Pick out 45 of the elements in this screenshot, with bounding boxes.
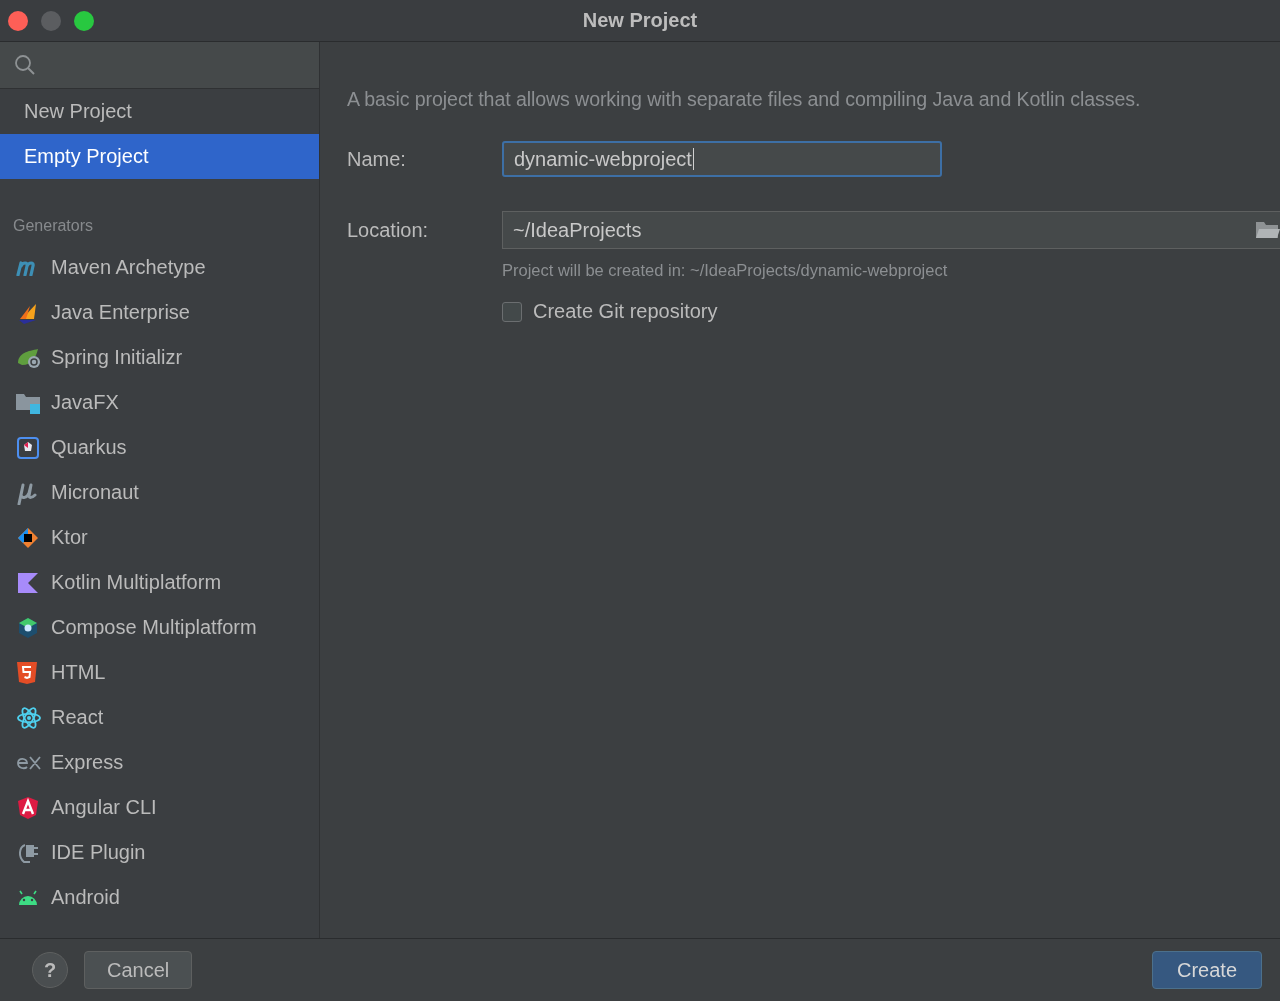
checkbox-label: Create Git repository xyxy=(533,300,718,323)
cancel-button[interactable]: Cancel xyxy=(84,951,193,989)
atom-icon xyxy=(16,705,42,730)
star-square-icon xyxy=(16,435,40,460)
generator-item[interactable]: Quarkus xyxy=(0,425,319,470)
generator-item[interactable]: Android xyxy=(0,875,319,920)
k-shape-icon xyxy=(16,570,40,595)
zoom-window-button[interactable] xyxy=(74,10,94,31)
html5-shield-icon xyxy=(16,660,38,685)
project-type-item[interactable]: Empty Project xyxy=(0,134,319,179)
section-heading: Generators xyxy=(12,216,95,236)
shield-a-icon xyxy=(16,795,40,820)
generator-item[interactable]: Express xyxy=(0,740,319,785)
generator-item[interactable]: Spring Initializr xyxy=(0,335,319,380)
generator-item[interactable]: Micronaut xyxy=(0,470,319,515)
help-button[interactable]: ? xyxy=(32,952,68,988)
folder-icon[interactable] xyxy=(1256,221,1280,239)
location-hint: Project will be created in: ~/IdeaProjects/dynamic-webproject xyxy=(502,261,949,280)
window-title: New Project xyxy=(582,9,698,31)
project-type-item[interactable]: New Project xyxy=(0,89,319,134)
folder-icon xyxy=(16,391,40,414)
generator-item[interactable]: Angular CLI xyxy=(0,785,319,830)
field-label: Location: xyxy=(347,218,430,242)
project-description: A basic project that allows working with separate files and compiling Java and Kotlin classes. xyxy=(347,88,1142,111)
search-icon xyxy=(14,54,36,76)
generator-item[interactable]: JavaFX xyxy=(0,380,319,425)
leaf-gear-icon xyxy=(16,346,42,369)
field-label: Name: xyxy=(347,147,407,171)
generator-item[interactable]: Ktor xyxy=(0,515,319,560)
generator-item[interactable]: IDE Plugin xyxy=(0,830,319,875)
location-field[interactable]: ~/IdeaProjects xyxy=(502,211,1280,249)
generator-item[interactable]: Kotlin Multiplatform xyxy=(0,560,319,605)
generator-item[interactable]: Java Enterprise xyxy=(0,290,319,335)
git-checkbox[interactable] xyxy=(502,301,522,322)
name-field[interactable]: dynamic-webproject xyxy=(502,141,942,177)
close-window-button[interactable] xyxy=(8,10,28,31)
create-button[interactable]: Create xyxy=(1151,951,1262,989)
generator-item[interactable]: React xyxy=(0,695,319,740)
search-field[interactable] xyxy=(0,42,319,89)
generator-item[interactable]: Compose Multiplatform xyxy=(0,605,319,650)
diamond-icon xyxy=(16,525,40,550)
ex-shape-icon xyxy=(16,755,42,770)
hexagon-icon xyxy=(16,615,40,640)
generator-item[interactable]: HTML xyxy=(0,650,319,695)
generator-item[interactable]: Maven Archetype xyxy=(0,245,319,290)
